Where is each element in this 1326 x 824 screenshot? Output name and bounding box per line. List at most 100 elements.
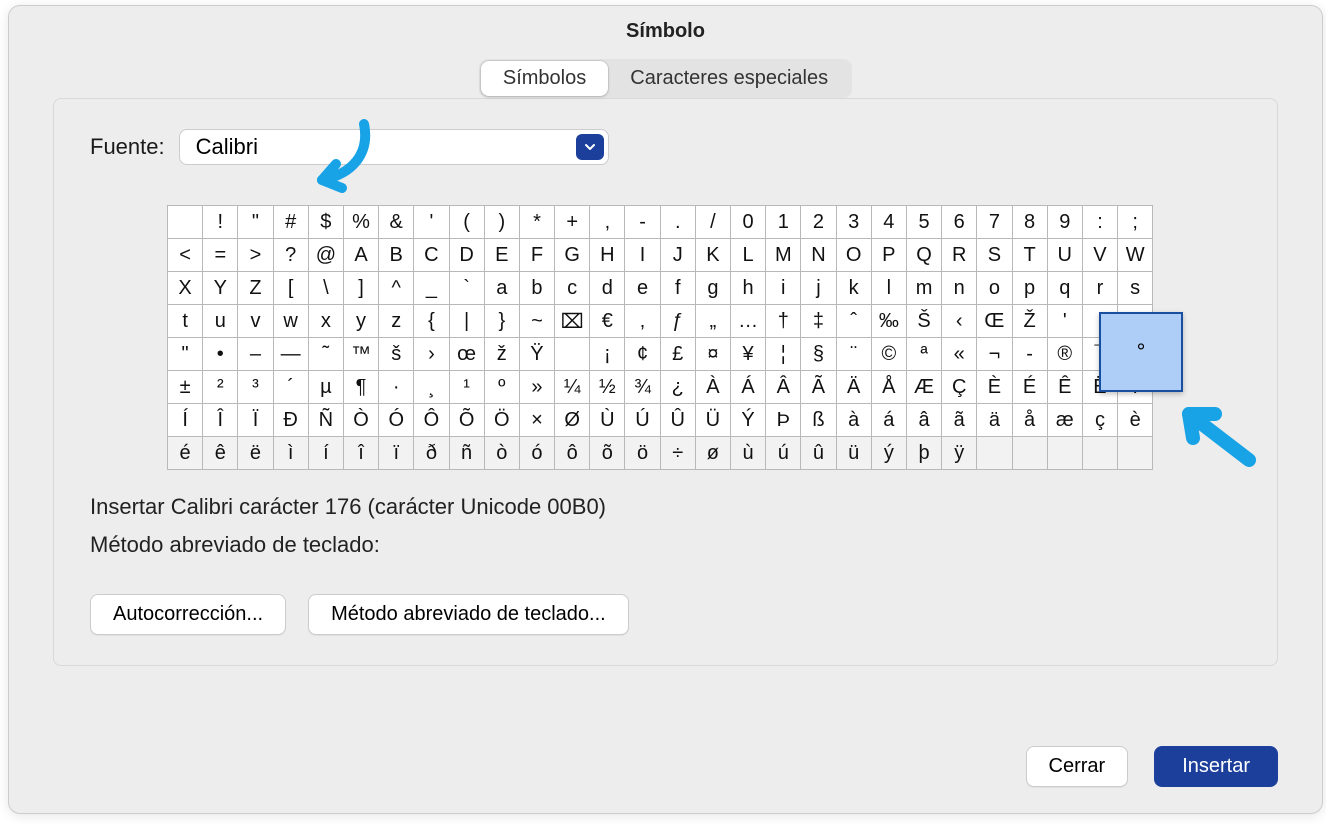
character-cell[interactable]: l — [872, 272, 907, 305]
character-cell[interactable]: Ñ — [309, 404, 344, 437]
character-cell[interactable]: & — [379, 206, 414, 239]
character-cell[interactable]: ø — [696, 437, 731, 470]
character-cell[interactable]: ª — [907, 338, 942, 371]
character-cell[interactable]: · — [379, 371, 414, 404]
character-cell[interactable]: ½ — [590, 371, 625, 404]
character-cell[interactable]: ‚ — [625, 305, 660, 338]
character-cell[interactable]: E — [485, 239, 520, 272]
character-cell[interactable]: Ü — [696, 404, 731, 437]
character-cell[interactable]: Š — [907, 305, 942, 338]
character-cell[interactable]: í — [309, 437, 344, 470]
character-cell[interactable]: o — [977, 272, 1012, 305]
character-cell[interactable]: g — [696, 272, 731, 305]
character-cell[interactable]: ƒ — [661, 305, 696, 338]
character-cell[interactable]: ‡ — [801, 305, 836, 338]
character-cell[interactable]: – — [238, 338, 273, 371]
character-cell[interactable]: / — [696, 206, 731, 239]
character-cell[interactable]: Ò — [344, 404, 379, 437]
character-cell[interactable]: R — [942, 239, 977, 272]
character-cell[interactable]: Œ — [977, 305, 1012, 338]
character-cell[interactable]: Æ — [907, 371, 942, 404]
character-cell[interactable]: ¢ — [625, 338, 660, 371]
character-cell[interactable]: N — [801, 239, 836, 272]
character-cell[interactable]: ] — [344, 272, 379, 305]
autocorrect-button[interactable]: Autocorrección... — [90, 594, 286, 635]
character-cell[interactable]: ã — [942, 404, 977, 437]
character-cell[interactable]: } — [485, 305, 520, 338]
character-cell[interactable]: › — [414, 338, 449, 371]
character-cell[interactable]: % — [344, 206, 379, 239]
character-cell[interactable]: I — [625, 239, 660, 272]
character-cell[interactable]: Ù — [590, 404, 625, 437]
character-cell[interactable]: k — [837, 272, 872, 305]
character-cell[interactable]: ú — [766, 437, 801, 470]
character-cell[interactable]: à — [837, 404, 872, 437]
character-cell[interactable] — [168, 206, 203, 239]
character-cell[interactable]: Û — [661, 404, 696, 437]
character-cell[interactable]: — — [274, 338, 309, 371]
character-cell[interactable]: ² — [203, 371, 238, 404]
character-cell[interactable]: Q — [907, 239, 942, 272]
character-cell[interactable]: œ — [450, 338, 485, 371]
character-cell[interactable]: P — [872, 239, 907, 272]
character-cell[interactable]: ü — [837, 437, 872, 470]
character-cell[interactable]: â — [907, 404, 942, 437]
character-cell[interactable]: ¡ — [590, 338, 625, 371]
character-cell[interactable]: ) — [485, 206, 520, 239]
character-cell[interactable]: ö — [625, 437, 660, 470]
character-cell[interactable]: G — [555, 239, 590, 272]
character-cell[interactable]: ì — [274, 437, 309, 470]
character-cell[interactable]: 1 — [766, 206, 801, 239]
character-cell[interactable]: ( — [450, 206, 485, 239]
character-cell[interactable]: æ — [1048, 404, 1083, 437]
character-cell[interactable]: £ — [661, 338, 696, 371]
character-cell[interactable]: ± — [168, 371, 203, 404]
character-cell[interactable]: þ — [907, 437, 942, 470]
character-cell[interactable]: > — [238, 239, 273, 272]
character-cell[interactable]: c — [555, 272, 590, 305]
character-cell[interactable]: 6 — [942, 206, 977, 239]
character-cell[interactable]: M — [766, 239, 801, 272]
character-cell[interactable]: ~ — [520, 305, 555, 338]
character-cell[interactable]: † — [766, 305, 801, 338]
character-cell[interactable]: [ — [274, 272, 309, 305]
character-cell[interactable]: K — [696, 239, 731, 272]
character-cell[interactable]: j — [801, 272, 836, 305]
character-cell[interactable]: õ — [590, 437, 625, 470]
character-cell[interactable]: h — [731, 272, 766, 305]
character-cell[interactable]: a — [485, 272, 520, 305]
character-cell[interactable] — [977, 437, 1012, 470]
font-select[interactable]: Calibri — [179, 129, 609, 165]
character-cell[interactable]: S — [977, 239, 1012, 272]
character-cell[interactable]: p — [1013, 272, 1048, 305]
character-cell[interactable]: Í — [168, 404, 203, 437]
character-cell[interactable]: û — [801, 437, 836, 470]
character-cell[interactable]: \ — [309, 272, 344, 305]
character-cell[interactable]: O — [837, 239, 872, 272]
character-cell[interactable]: ˜ — [309, 338, 344, 371]
character-cell[interactable]: ¥ — [731, 338, 766, 371]
character-cell[interactable]: # — [274, 206, 309, 239]
character-cell[interactable]: 4 — [872, 206, 907, 239]
character-cell[interactable]: ó — [520, 437, 555, 470]
tab-special-characters[interactable]: Caracteres especiales — [608, 61, 850, 96]
character-cell[interactable]: É — [1013, 371, 1048, 404]
character-cell[interactable]: 0 — [731, 206, 766, 239]
character-cell[interactable]: t — [168, 305, 203, 338]
character-cell[interactable]: _ — [414, 272, 449, 305]
character-cell[interactable]: V — [1083, 239, 1118, 272]
character-cell[interactable]: n — [942, 272, 977, 305]
character-cell[interactable]: Â — [766, 371, 801, 404]
character-cell[interactable]: " — [238, 206, 273, 239]
character-cell[interactable]: Ê — [1048, 371, 1083, 404]
character-cell[interactable]: ' — [1048, 305, 1083, 338]
character-cell[interactable]: » — [520, 371, 555, 404]
character-cell[interactable]: r — [1083, 272, 1118, 305]
character-cell[interactable] — [555, 338, 590, 371]
character-cell[interactable]: < — [168, 239, 203, 272]
character-cell[interactable]: ä — [977, 404, 1012, 437]
keyboard-shortcut-button[interactable]: Método abreviado de teclado... — [308, 594, 629, 635]
character-cell[interactable]: ! — [203, 206, 238, 239]
character-cell[interactable]: F — [520, 239, 555, 272]
character-cell[interactable]: ' — [414, 206, 449, 239]
